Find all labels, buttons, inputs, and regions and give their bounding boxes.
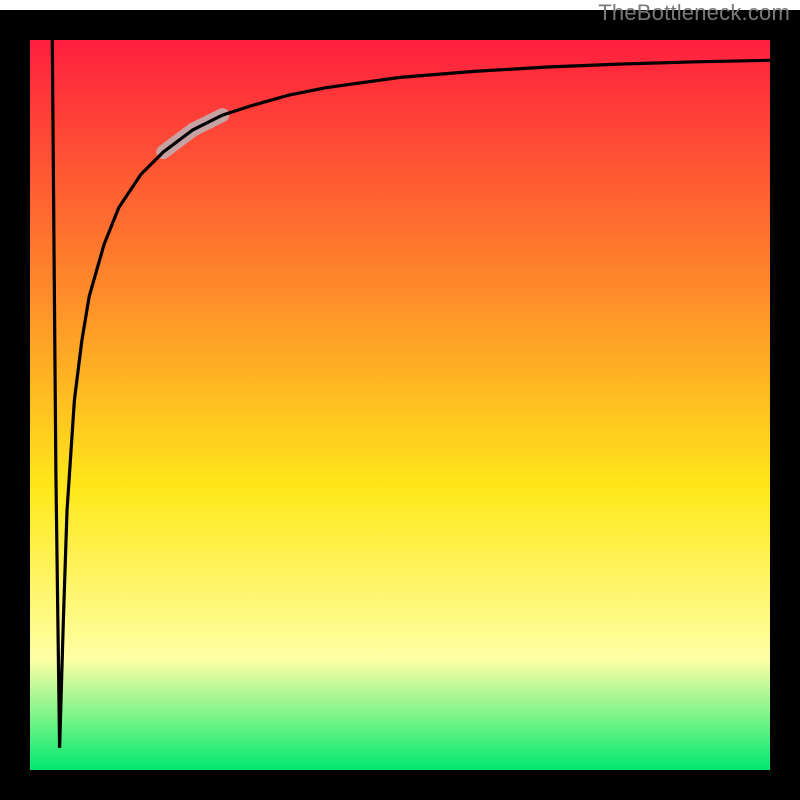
bottleneck-chart — [0, 0, 800, 800]
chart-container: TheBottleneck.com — [0, 0, 800, 800]
plot-background — [30, 30, 770, 770]
watermark-text: TheBottleneck.com — [598, 0, 790, 26]
